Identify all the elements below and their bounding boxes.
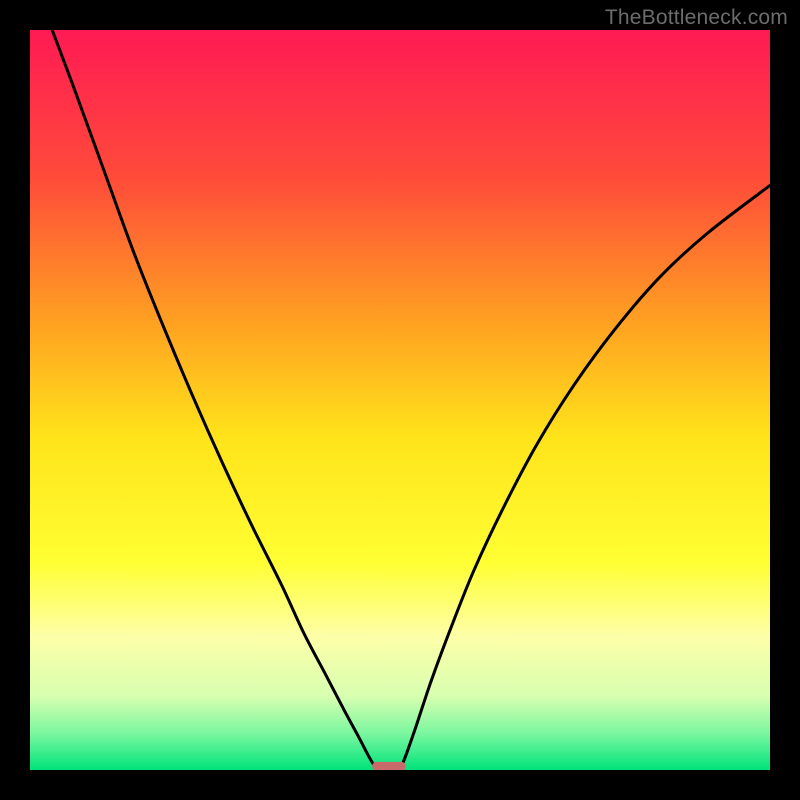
bottleneck-marker bbox=[372, 762, 405, 770]
gradient-background bbox=[30, 30, 770, 770]
chart-svg bbox=[30, 30, 770, 770]
chart-frame: TheBottleneck.com bbox=[0, 0, 800, 800]
plot-area bbox=[30, 30, 770, 770]
watermark-text: TheBottleneck.com bbox=[605, 6, 788, 30]
